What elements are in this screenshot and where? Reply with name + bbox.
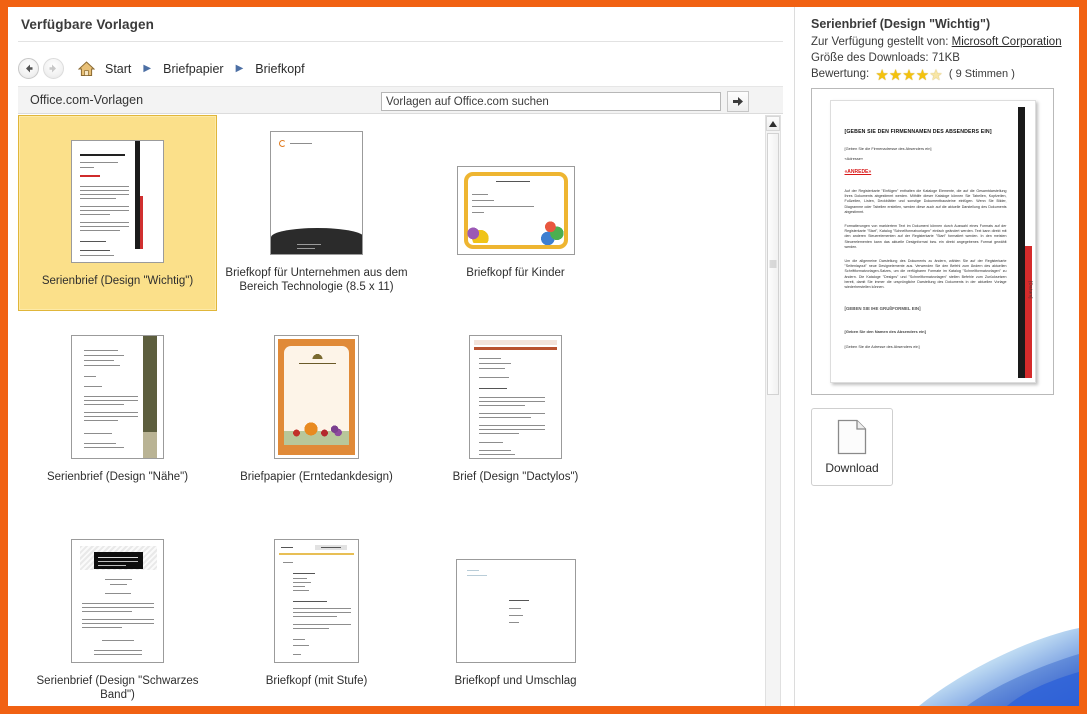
search-input[interactable]	[381, 92, 721, 111]
officecom-section-label: Office.com-Vorlagen	[30, 93, 143, 107]
template-tile-briefkopf-mit-stufe[interactable]: Briefkopf (mit Stufe)	[217, 523, 416, 688]
preview-closing: [GEBEN SIE IHE GRUßFORMEL EIN]	[845, 306, 921, 311]
details-provider-label: Zur Verfügung gestellt von:	[811, 36, 948, 48]
application-window: Verfügbare Vorlagen Start ▶	[0, 0, 1087, 714]
details-rating-label: Bewertung:	[811, 68, 869, 80]
preview-paragraph-3: Um die allgemeine Darstellung des Dokume…	[845, 259, 1007, 290]
template-label: Briefkopf für Kinder	[462, 266, 568, 280]
template-label: Briefkopf für Unternehmen aus dem Bereic…	[217, 266, 416, 294]
details-provider-row: Zur Verfügung gestellt von: Microsoft Co…	[811, 36, 1073, 48]
preview-salutation: «ANREDE»	[845, 169, 872, 175]
template-grid: Serienbrief (Design "Wichtig") Briefkopf…	[18, 115, 766, 706]
template-thumbnail	[71, 523, 164, 663]
preview-paragraph-2: Formatierungen von markiertem Text im Do…	[845, 224, 1007, 250]
search-submit-button[interactable]	[727, 91, 749, 112]
document-icon	[837, 419, 867, 455]
templates-browser-pane: Verfügbare Vorlagen Start ▶	[8, 7, 793, 706]
template-tile-briefpapier-erntedank[interactable]: Briefpapier (Erntedankdesign)	[217, 319, 416, 484]
template-thumbnail	[274, 319, 359, 459]
rating-stars[interactable]: ★ ★ ★ ★ ★	[875, 69, 942, 82]
scroll-up-button[interactable]	[766, 116, 780, 131]
download-button[interactable]: Download	[811, 408, 893, 486]
template-thumbnail	[71, 319, 164, 459]
preview-sender-name: [Geben Sie den Namen des Absenders ein]	[845, 329, 926, 334]
back-button[interactable]	[18, 58, 39, 79]
details-size-row: Größe des Downloads: 71KB	[811, 52, 1073, 64]
template-label: Serienbrief (Design "Nähe")	[43, 470, 192, 484]
preview-sender-address: [Geben Sie die Adresse des Absenders ein…	[845, 344, 920, 349]
arrow-left-icon	[23, 63, 34, 74]
scrollbar-thumb[interactable]	[767, 133, 779, 395]
details-rating-row: Bewertung: ★ ★ ★ ★ ★ ( 9 Stimmen )	[811, 68, 1073, 82]
download-label: Download	[825, 461, 878, 475]
preview-black-bar	[1018, 107, 1025, 378]
breadcrumb-item-start[interactable]: Start	[102, 61, 134, 77]
page-title: Verfügbare Vorlagen	[21, 17, 154, 32]
arrow-right-icon	[732, 96, 744, 107]
breadcrumb-item-briefpapier[interactable]: Briefpapier	[160, 61, 226, 77]
template-tile-briefkopf-technologie[interactable]: Briefkopf für Unternehmen aus dem Bereic…	[217, 115, 416, 294]
home-icon[interactable]	[78, 61, 95, 77]
arrow-right-icon	[48, 63, 59, 74]
template-thumbnail	[71, 139, 164, 263]
template-label: Brief (Design "Dactylos")	[449, 470, 583, 484]
details-size-label: Größe des Downloads:	[811, 52, 929, 64]
forward-button[interactable]	[43, 58, 64, 79]
details-provider-link[interactable]: Microsoft Corporation	[952, 36, 1062, 48]
template-label: Briefkopf (mit Stufe)	[262, 674, 372, 688]
star-icon: ★	[875, 69, 888, 82]
star-icon-empty: ★	[929, 69, 942, 82]
details-size-value: 71KB	[932, 52, 960, 64]
title-divider	[18, 41, 783, 42]
star-icon: ★	[889, 69, 902, 82]
search-area	[381, 91, 749, 112]
template-tile-serienbrief-schwarzes-band[interactable]: Serienbrief (Design "Schwarzes Band")	[18, 523, 217, 702]
star-icon: ★	[916, 69, 929, 82]
window-canvas: Verfügbare Vorlagen Start ▶	[8, 7, 1079, 706]
triangle-up-icon	[769, 121, 777, 127]
template-label: Briefkopf und Umschlag	[450, 674, 580, 688]
breadcrumb: Start ▶ Briefpapier ▶ Briefkopf	[18, 53, 783, 84]
template-label: Serienbrief (Design "Schwarzes Band")	[18, 674, 217, 702]
preview-subline-2: «Adresse»	[845, 156, 864, 161]
template-thumbnail	[274, 523, 359, 663]
breadcrumb-separator-icon: ▶	[236, 64, 244, 74]
grip-lines-icon	[770, 261, 777, 268]
breadcrumb-item-briefkopf[interactable]: Briefkopf	[252, 61, 307, 77]
preview-paragraph-1: Auf der Registerkarte "Einfügen" enthalt…	[845, 189, 1007, 215]
template-preview: [Datum] [GEBEN SIE DEN FIRMENNAMEN DES A…	[811, 88, 1054, 395]
templates-scrollbar[interactable]	[765, 115, 781, 706]
template-thumbnail	[469, 319, 562, 459]
officecom-section-bar: Office.com-Vorlagen	[18, 86, 783, 114]
details-votes: ( 9 Stimmen )	[949, 68, 1015, 80]
template-thumbnail	[270, 115, 363, 255]
preview-heading: [GEBEN SIE DEN FIRMENNAMEN DES ABSENDERS…	[845, 129, 1010, 135]
preview-subline-1: [Geben Sie die Firmenadresse des Absende…	[845, 146, 932, 151]
breadcrumb-separator-icon: ▶	[143, 64, 151, 74]
template-label: Serienbrief (Design "Wichtig")	[38, 274, 197, 288]
template-label: Briefpapier (Erntedankdesign)	[236, 470, 397, 484]
star-icon: ★	[902, 69, 915, 82]
details-title: Serienbrief (Design "Wichtig")	[811, 17, 1073, 31]
template-tile-briefkopf-und-umschlag[interactable]: Briefkopf und Umschlag	[416, 523, 615, 688]
preview-red-bar	[1025, 246, 1032, 378]
template-tile-briefkopf-kinder[interactable]: Briefkopf für Kinder	[416, 115, 615, 280]
template-thumbnail	[456, 523, 576, 663]
template-thumbnail	[457, 115, 575, 255]
template-details-pane: Serienbrief (Design "Wichtig") Zur Verfü…	[802, 7, 1079, 706]
template-tile-serienbrief-wichtig[interactable]: Serienbrief (Design "Wichtig")	[18, 115, 217, 311]
panel-divider	[794, 7, 795, 706]
preview-date-tab: [Datum]	[1029, 281, 1034, 299]
template-tile-serienbrief-naehe[interactable]: Serienbrief (Design "Nähe")	[18, 319, 217, 484]
template-tile-brief-dactylos[interactable]: Brief (Design "Dactylos")	[416, 319, 615, 484]
preview-document: [Datum] [GEBEN SIE DEN FIRMENNAMEN DES A…	[830, 100, 1036, 383]
